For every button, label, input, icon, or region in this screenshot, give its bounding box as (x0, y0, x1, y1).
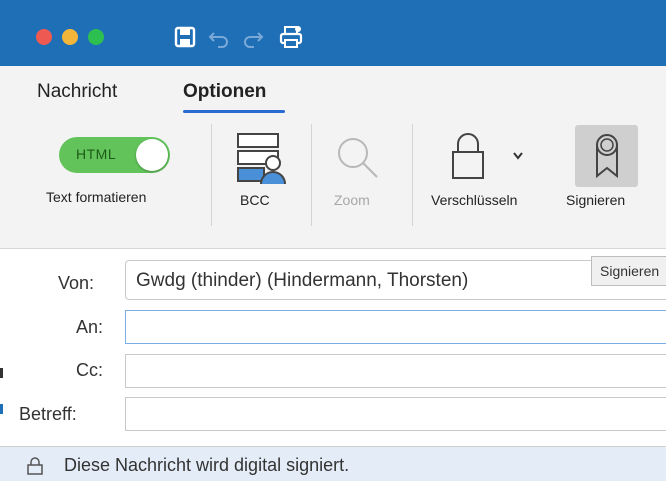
active-tab-indicator (183, 110, 285, 113)
sign-tooltip: Signieren (591, 256, 666, 286)
ribbon-separator (211, 124, 212, 226)
ribbon-separator (311, 124, 312, 226)
subject-field[interactable] (125, 397, 666, 431)
to-field[interactable] (125, 310, 666, 344)
ribbon-separator (412, 124, 413, 226)
zoom-icon (336, 136, 380, 180)
from-field[interactable]: Gwdg (thinder) (Hindermann, Thorsten) (125, 260, 666, 300)
encrypt-button[interactable]: Verschlüsseln (431, 192, 517, 208)
text-format-label: Text formatieren (46, 189, 147, 205)
undo-icon[interactable] (207, 25, 231, 49)
ribbon: Nachricht Optionen HTML Text formatieren… (0, 66, 666, 249)
lock-icon[interactable] (450, 130, 486, 182)
edge-mark (0, 404, 3, 414)
html-format-toggle[interactable]: HTML (59, 137, 170, 173)
bcc-icon[interactable] (236, 132, 286, 186)
signature-status-bar: Diese Nachricht wird digital signiert. (0, 447, 666, 481)
zoom-window-button[interactable] (88, 29, 104, 45)
subject-label: Betreff: (19, 404, 77, 424)
toggle-label: HTML (76, 146, 117, 162)
lock-icon (26, 457, 44, 480)
tab-optionen[interactable]: Optionen (183, 81, 266, 103)
chevron-down-icon[interactable] (512, 151, 524, 161)
close-window-button[interactable] (36, 29, 52, 45)
from-value: Gwdg (thinder) (Hindermann, Thorsten) (136, 270, 469, 291)
cc-field[interactable] (125, 354, 666, 388)
from-label: Von: (58, 273, 95, 293)
minimize-window-button[interactable] (62, 29, 78, 45)
to-label: An: (76, 317, 104, 337)
print-icon[interactable] (279, 25, 303, 49)
sign-button[interactable]: Signieren (566, 192, 625, 208)
zoom-button[interactable]: Zoom (334, 192, 370, 208)
redo-icon[interactable] (241, 25, 265, 49)
bcc-button[interactable]: BCC (240, 192, 270, 208)
tab-nachricht[interactable]: Nachricht (37, 81, 117, 103)
status-text: Diese Nachricht wird digital signiert. (64, 455, 350, 475)
edge-mark (0, 368, 3, 378)
toggle-knob (136, 139, 168, 171)
title-bar (0, 0, 666, 66)
ribbon-badge-icon[interactable] (592, 132, 622, 180)
cc-label: Cc: (76, 360, 103, 380)
save-icon[interactable] (173, 25, 197, 49)
